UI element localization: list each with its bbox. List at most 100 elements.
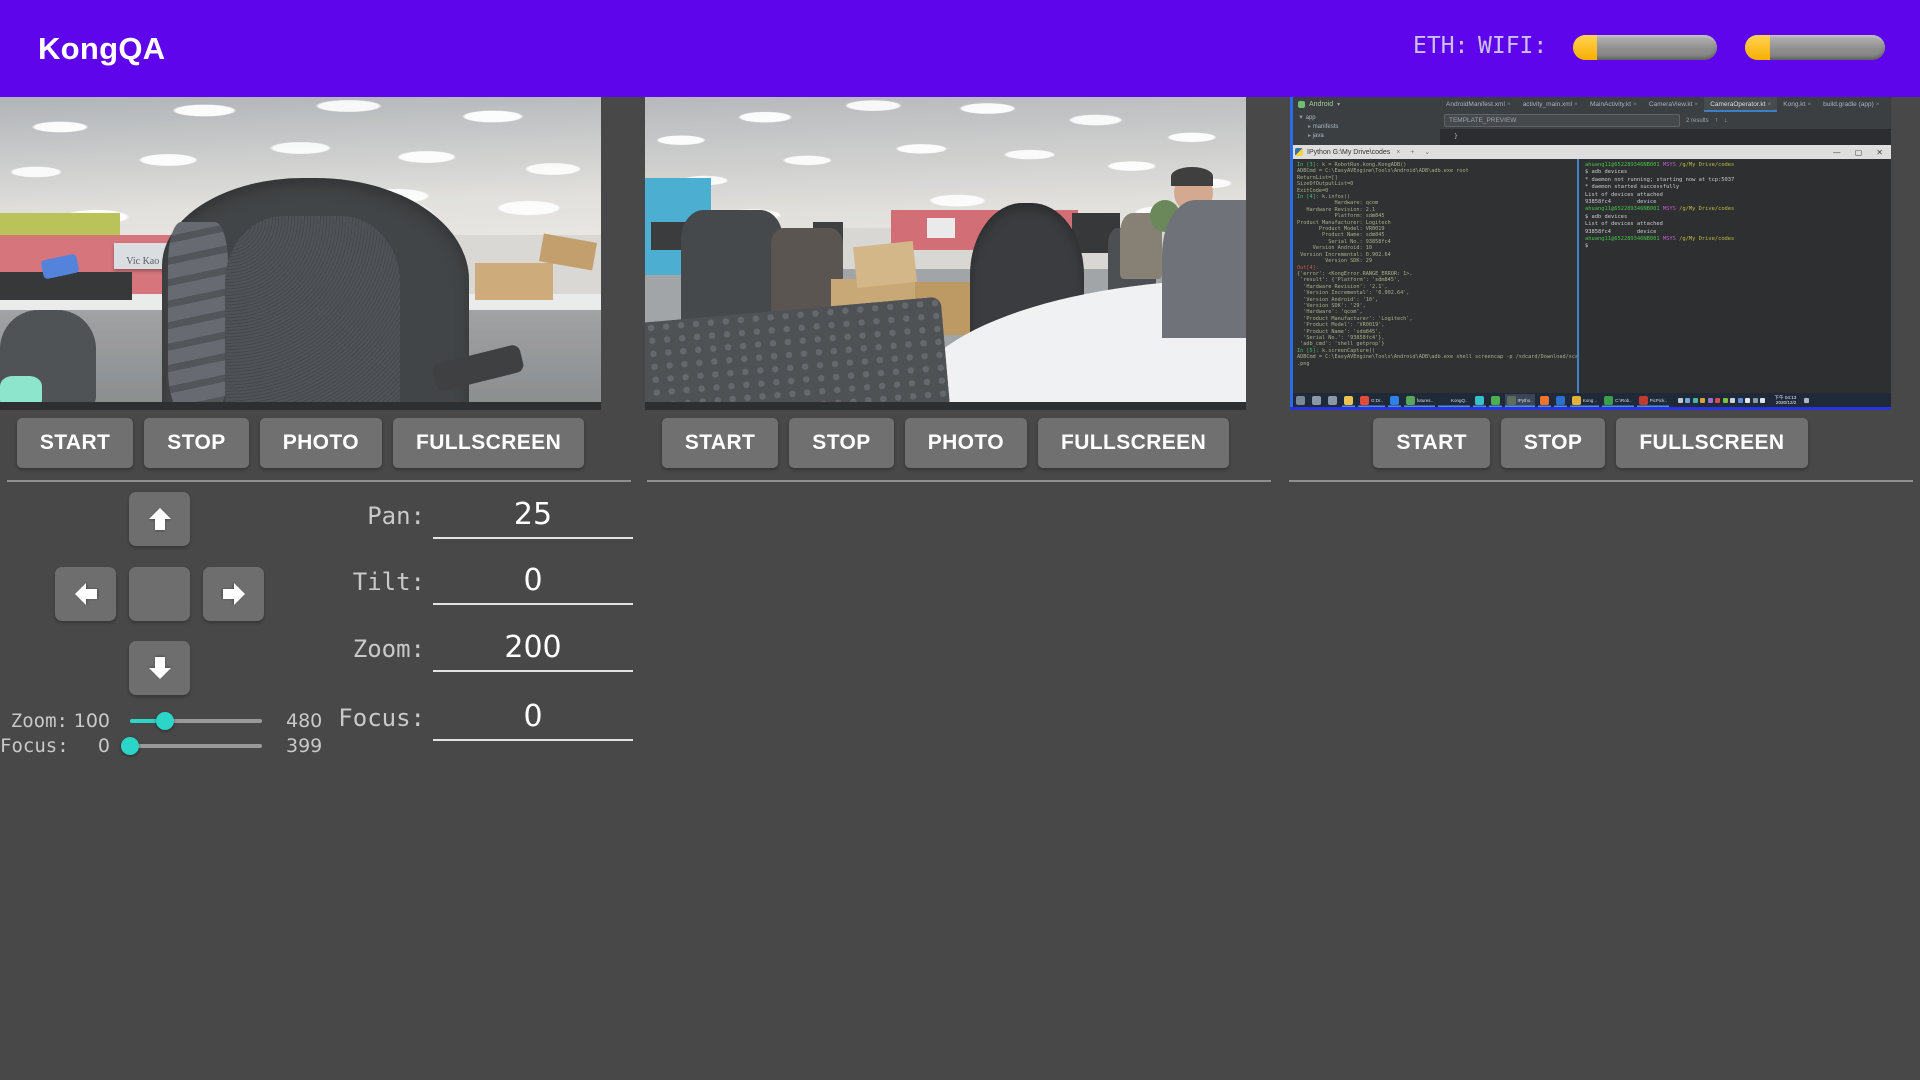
editor-tabs: AndroidManifest.xmlactivity_main.xmlMain… [1440,97,1887,112]
video-bottom-band [645,402,1246,410]
ptz-home-button[interactable] [129,567,190,621]
camera-2-stop-button[interactable]: STOP [789,418,893,468]
search-field: TEMPLATE_PREVIEW [1444,114,1680,127]
window-controls: — ▢ ✕ [1833,148,1883,157]
pan-label: Pan: [273,502,425,530]
eth-label: ETH: [1413,0,1468,92]
taskbar-app-icon: KongQ.. [1438,394,1470,407]
ide-run-config: Android ▾ [1290,97,1448,112]
tilt-input[interactable]: 0 [433,563,633,605]
tray-icon [1708,398,1713,403]
camera-3-fullscreen-button[interactable]: FULLSCREEN [1616,418,1807,468]
divider [7,480,631,482]
camera-3-stop-button[interactable]: STOP [1501,418,1605,468]
editor-tab: MainActivity.kt [1584,97,1643,112]
taskbar-app-icon [1342,394,1355,407]
focus-input[interactable]: 0 [433,699,633,741]
arrow-up-icon [146,505,174,533]
video-haze-overlay [645,97,1246,410]
camera-1-fullscreen-button[interactable]: FULLSCREEN [393,418,584,468]
taskbar-app-icon: G:Dr.. [1358,394,1385,407]
minimize-icon: — [1833,148,1841,157]
close-icon: ✕ [1876,148,1883,157]
editor-tab: CameraOperator.kt [1704,97,1777,112]
camera-1-video-feed: Vic Kao [0,97,601,410]
tray-icon [1693,398,1698,403]
maximize-icon: ▢ [1855,148,1863,157]
tray-icon [1753,398,1758,403]
taskbar-clock: 下午 04:13 2020/12/2 [1774,395,1796,406]
camera-2-photo-button[interactable]: PHOTO [905,418,1027,468]
zoom-input[interactable]: 200 [433,630,633,672]
zoom-label: Zoom: [273,635,425,663]
video-haze-overlay [0,97,601,410]
camera-1-photo-button[interactable]: PHOTO [260,418,382,468]
focus-slider-thumb[interactable] [121,737,139,755]
eth-progress-bar [1573,35,1717,60]
pan-left-button[interactable] [55,567,116,621]
search-nav-icons: ↑ ↓ [1715,117,1730,124]
divider [1289,480,1913,482]
camera-3-controls: START STOP FULLSCREEN [1290,418,1891,468]
taskbar-app-icon: Kong .. [1570,394,1599,407]
search-results-count: 2 results [1686,118,1709,124]
divider [647,480,1271,482]
camera-3-start-button[interactable]: START [1373,418,1489,468]
focus-slider-min: 0 [68,735,110,757]
run-config-label: Android [1309,101,1333,108]
tray-icon [1730,398,1735,403]
console-window-titlebar: IPython G:\My Drive\codes × + ⌄ — ▢ ✕ [1290,145,1891,159]
pan-right-button[interactable] [203,567,264,621]
taskbar-app-icon [1326,394,1339,407]
window-edge-highlight [1290,407,1891,410]
editor-tab: AndroidManifest.xml [1440,97,1517,112]
chevron-down-icon: ▾ [1337,101,1340,108]
focus-label: Focus: [273,704,425,732]
project-item: java [1298,132,1448,141]
python-icon [1295,148,1303,156]
clock-date: 2020/12/2 [1774,400,1796,405]
taskbar-app-icon [1554,394,1567,407]
camera-1-start-button[interactable]: START [17,418,133,468]
arrow-left-icon [72,580,100,608]
camera-2-start-button[interactable]: START [662,418,778,468]
wifi-progress-bar [1745,35,1885,60]
taskbar-tray-icons [1678,398,1766,403]
taskbar-app-icon: futures.. [1404,394,1435,407]
camera-1-stop-button[interactable]: STOP [144,418,248,468]
window-edge-highlight [1290,97,1293,410]
pan-input[interactable]: 25 [433,497,633,539]
eth-progress-fill [1573,35,1597,60]
tray-icon [1723,398,1728,403]
camera-2-controls: START STOP PHOTO FULLSCREEN [645,418,1246,468]
wifi-label: WIFI: [1478,0,1547,92]
focus-field-row: Focus: 0 [273,699,633,741]
taskbar-app-icon: IPytho.. [1505,394,1535,407]
focus-slider[interactable] [130,744,262,748]
camera-3-video-feed: Android ▾ AndroidManifest.xmlactivity_ma… [1290,97,1891,410]
project-item: app [1298,114,1448,123]
tilt-down-button[interactable] [129,641,190,695]
taskbar-app-icon [1473,394,1486,407]
taskbar-app-icon [1388,394,1401,407]
focus-slider-label: Focus: [0,735,68,757]
editor-tab: build.gradle (app) [1817,97,1885,112]
editor-tab: activity_main.xml [1517,97,1584,112]
project-item: manifests [1298,123,1448,132]
arrow-down-icon [146,654,174,682]
tray-icon [1760,398,1765,403]
zoom-slider-min: 100 [68,710,110,732]
zoom-slider-thumb[interactable] [156,712,174,730]
zoom-slider[interactable] [130,719,262,723]
kongqa-app: KongQA ETH: WIFI: Vic Kao [0,0,1920,1080]
tilt-up-button[interactable] [129,492,190,546]
taskbar-app-icon [1294,394,1307,407]
taskbar-app-icon: C:\Rob.. [1602,394,1634,407]
ide-search-row: TEMPLATE_PREVIEW 2 results ↑ ↓ [1440,112,1891,129]
zoom-field-row: Zoom: 200 [273,630,633,672]
tab-close-icon: × [1396,149,1400,156]
tray-icon [1685,398,1690,403]
header-bar: KongQA ETH: WIFI: [0,0,1920,97]
project-tree: app manifests java [1290,112,1448,147]
camera-2-fullscreen-button[interactable]: FULLSCREEN [1038,418,1229,468]
